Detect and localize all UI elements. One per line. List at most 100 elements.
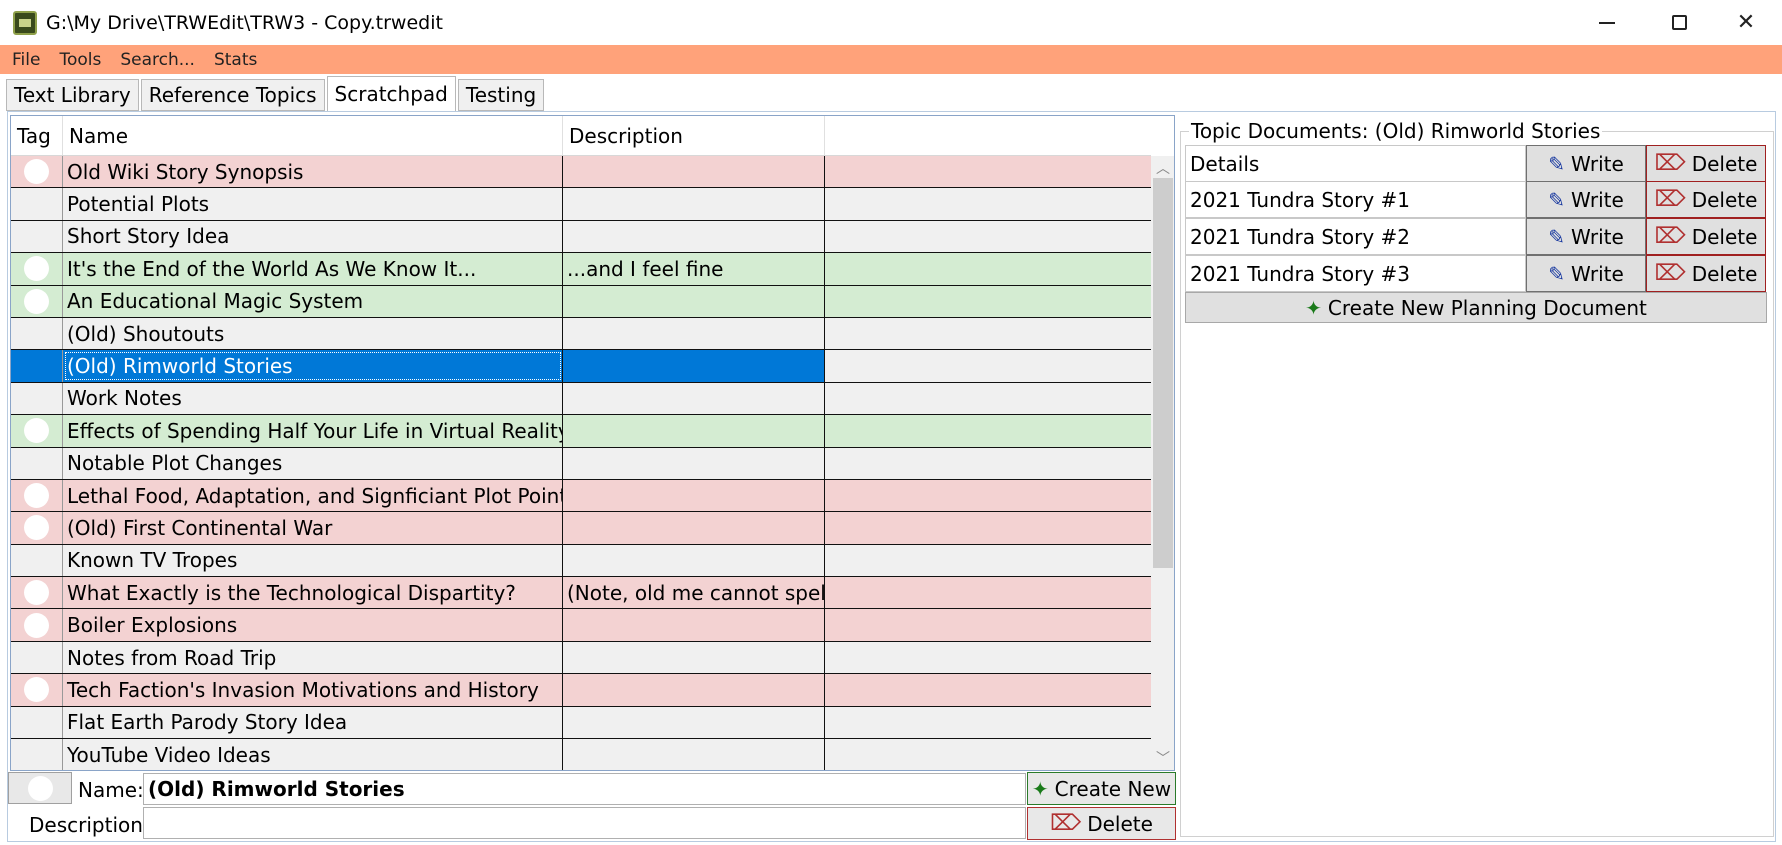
table-row[interactable]: (Old) Shoutouts [11, 317, 1151, 351]
row-tag-cell[interactable] [11, 156, 63, 188]
topics-grid[interactable]: Tag Name Description Old Wiki Story Syno… [10, 115, 1175, 771]
row-description-cell[interactable]: ...and I feel fine [563, 253, 825, 285]
delete-button[interactable]: ⌦ Delete [1027, 807, 1176, 840]
delete-document-button[interactable]: ⌦ Delete [1646, 218, 1766, 255]
table-row[interactable]: Notes from Road Trip [11, 641, 1151, 675]
row-name-cell[interactable]: An Educational Magic System [63, 285, 563, 317]
row-tag-cell[interactable] [11, 544, 63, 577]
topic-document-name[interactable]: 2021 Tundra Story #1 [1185, 181, 1526, 218]
row-tag-cell[interactable] [11, 253, 63, 285]
scroll-thumb[interactable] [1153, 178, 1173, 568]
row-description-cell[interactable] [563, 512, 825, 544]
row-description-cell[interactable]: (Note, old me cannot spell) [563, 577, 825, 609]
row-name-cell[interactable]: Old Wiki Story Synopsis [63, 156, 563, 188]
row-tag-cell[interactable] [11, 415, 63, 447]
table-row[interactable]: Potential Plots [11, 188, 1151, 221]
table-row[interactable]: YouTube Video Ideas [11, 739, 1151, 770]
grid-scrollbar[interactable]: ︿ ﹀ [1151, 156, 1174, 770]
table-row[interactable]: Effects of Spending Half Your Life in Vi… [11, 415, 1151, 448]
table-row[interactable]: Short Story Idea [11, 220, 1151, 254]
row-description-cell[interactable] [563, 706, 825, 739]
table-row[interactable]: It's the End of the World As We Know It.… [11, 253, 1151, 286]
row-description-cell[interactable] [563, 739, 825, 770]
table-row[interactable]: What Exactly is the Technological Dispar… [11, 577, 1151, 610]
table-row[interactable]: Known TV Tropes [11, 544, 1151, 578]
minimize-button[interactable] [1571, 0, 1643, 45]
column-header-name[interactable]: Name [63, 116, 563, 155]
row-name-cell[interactable]: (Old) Rimworld Stories [63, 350, 563, 382]
topic-document-name[interactable]: Details [1185, 145, 1526, 182]
row-name-cell[interactable]: Flat Earth Parody Story Idea [63, 706, 563, 739]
row-description-cell[interactable] [563, 479, 825, 512]
row-name-cell[interactable]: Boiler Explosions [63, 609, 563, 641]
tag-toggle-button[interactable] [8, 772, 72, 804]
row-name-cell[interactable]: Notable Plot Changes [63, 447, 563, 479]
topic-document-name[interactable]: 2021 Tundra Story #3 [1185, 255, 1526, 292]
row-name-cell[interactable]: What Exactly is the Technological Dispar… [63, 577, 563, 609]
scroll-down-icon[interactable]: ﹀ [1151, 748, 1174, 768]
write-button[interactable]: ✎ Write [1526, 255, 1646, 292]
write-button[interactable]: ✎ Write [1526, 218, 1646, 255]
row-name-cell[interactable]: Work Notes [63, 382, 563, 415]
create-planning-document-button[interactable]: ✦ Create New Planning Document [1185, 292, 1767, 323]
description-input[interactable] [143, 807, 1026, 839]
table-row[interactable]: Lethal Food, Adaptation, and Signficiant… [11, 479, 1151, 513]
menu-stats[interactable]: Stats [214, 50, 257, 70]
name-input[interactable] [143, 773, 1026, 805]
row-description-cell[interactable] [563, 188, 825, 220]
row-tag-cell[interactable] [11, 447, 63, 479]
row-description-cell[interactable] [563, 156, 825, 188]
menu-search[interactable]: Search... [120, 50, 195, 70]
delete-document-button[interactable]: ⌦ Delete [1646, 181, 1766, 218]
row-name-cell[interactable]: Potential Plots [63, 188, 563, 220]
row-name-cell[interactable]: Lethal Food, Adaptation, and Signficiant… [63, 479, 563, 512]
maximize-button[interactable] [1643, 0, 1715, 45]
row-tag-cell[interactable] [11, 706, 63, 739]
row-name-cell[interactable]: Effects of Spending Half Your Life in Vi… [63, 415, 563, 447]
table-row[interactable]: Boiler Explosions [11, 609, 1151, 642]
row-name-cell[interactable]: Tech Faction's Invasion Motivations and … [63, 674, 563, 706]
table-row[interactable]: Old Wiki Story Synopsis [11, 156, 1151, 189]
delete-document-button[interactable]: ⌦ Delete [1646, 145, 1766, 182]
close-button[interactable]: ✕ [1710, 0, 1782, 45]
column-header-description[interactable]: Description [563, 116, 825, 155]
row-description-cell[interactable] [563, 674, 825, 706]
write-button[interactable]: ✎ Write [1526, 181, 1646, 218]
row-description-cell[interactable] [563, 317, 825, 350]
row-tag-cell[interactable] [11, 479, 63, 512]
row-tag-cell[interactable] [11, 577, 63, 609]
table-row[interactable]: (Old) Rimworld Stories [11, 350, 1151, 383]
row-description-cell[interactable] [563, 285, 825, 317]
tab-reference-topics[interactable]: Reference Topics [140, 79, 325, 111]
menu-tools[interactable]: Tools [59, 50, 101, 70]
table-row[interactable]: (Old) First Continental War [11, 512, 1151, 545]
delete-document-button[interactable]: ⌦ Delete [1646, 255, 1766, 292]
column-header-tag[interactable]: Tag [11, 116, 63, 155]
row-name-cell[interactable]: Notes from Road Trip [63, 641, 563, 674]
row-tag-cell[interactable] [11, 285, 63, 317]
row-tag-cell[interactable] [11, 220, 63, 253]
row-tag-cell[interactable] [11, 350, 63, 382]
row-tag-cell[interactable] [11, 674, 63, 706]
row-tag-cell[interactable] [11, 188, 63, 220]
row-description-cell[interactable] [563, 415, 825, 447]
row-tag-cell[interactable] [11, 609, 63, 641]
table-row[interactable]: Flat Earth Parody Story Idea [11, 706, 1151, 740]
table-row[interactable]: Tech Faction's Invasion Motivations and … [11, 674, 1151, 707]
row-name-cell[interactable]: YouTube Video Ideas [63, 739, 563, 770]
table-row[interactable]: An Educational Magic System [11, 285, 1151, 318]
row-tag-cell[interactable] [11, 641, 63, 674]
row-name-cell[interactable]: It's the End of the World As We Know It.… [63, 253, 563, 285]
row-description-cell[interactable] [563, 447, 825, 479]
row-description-cell[interactable] [563, 382, 825, 415]
topic-document-name[interactable]: 2021 Tundra Story #2 [1185, 218, 1526, 255]
menu-file[interactable]: File [12, 50, 40, 70]
write-button[interactable]: ✎ Write [1526, 145, 1646, 182]
row-tag-cell[interactable] [11, 382, 63, 415]
scroll-up-icon[interactable]: ︿ [1151, 158, 1174, 178]
row-description-cell[interactable] [563, 641, 825, 674]
tab-text-library[interactable]: Text Library [6, 79, 139, 111]
table-row[interactable]: Notable Plot Changes [11, 447, 1151, 480]
row-tag-cell[interactable] [11, 317, 63, 350]
row-tag-cell[interactable] [11, 512, 63, 544]
